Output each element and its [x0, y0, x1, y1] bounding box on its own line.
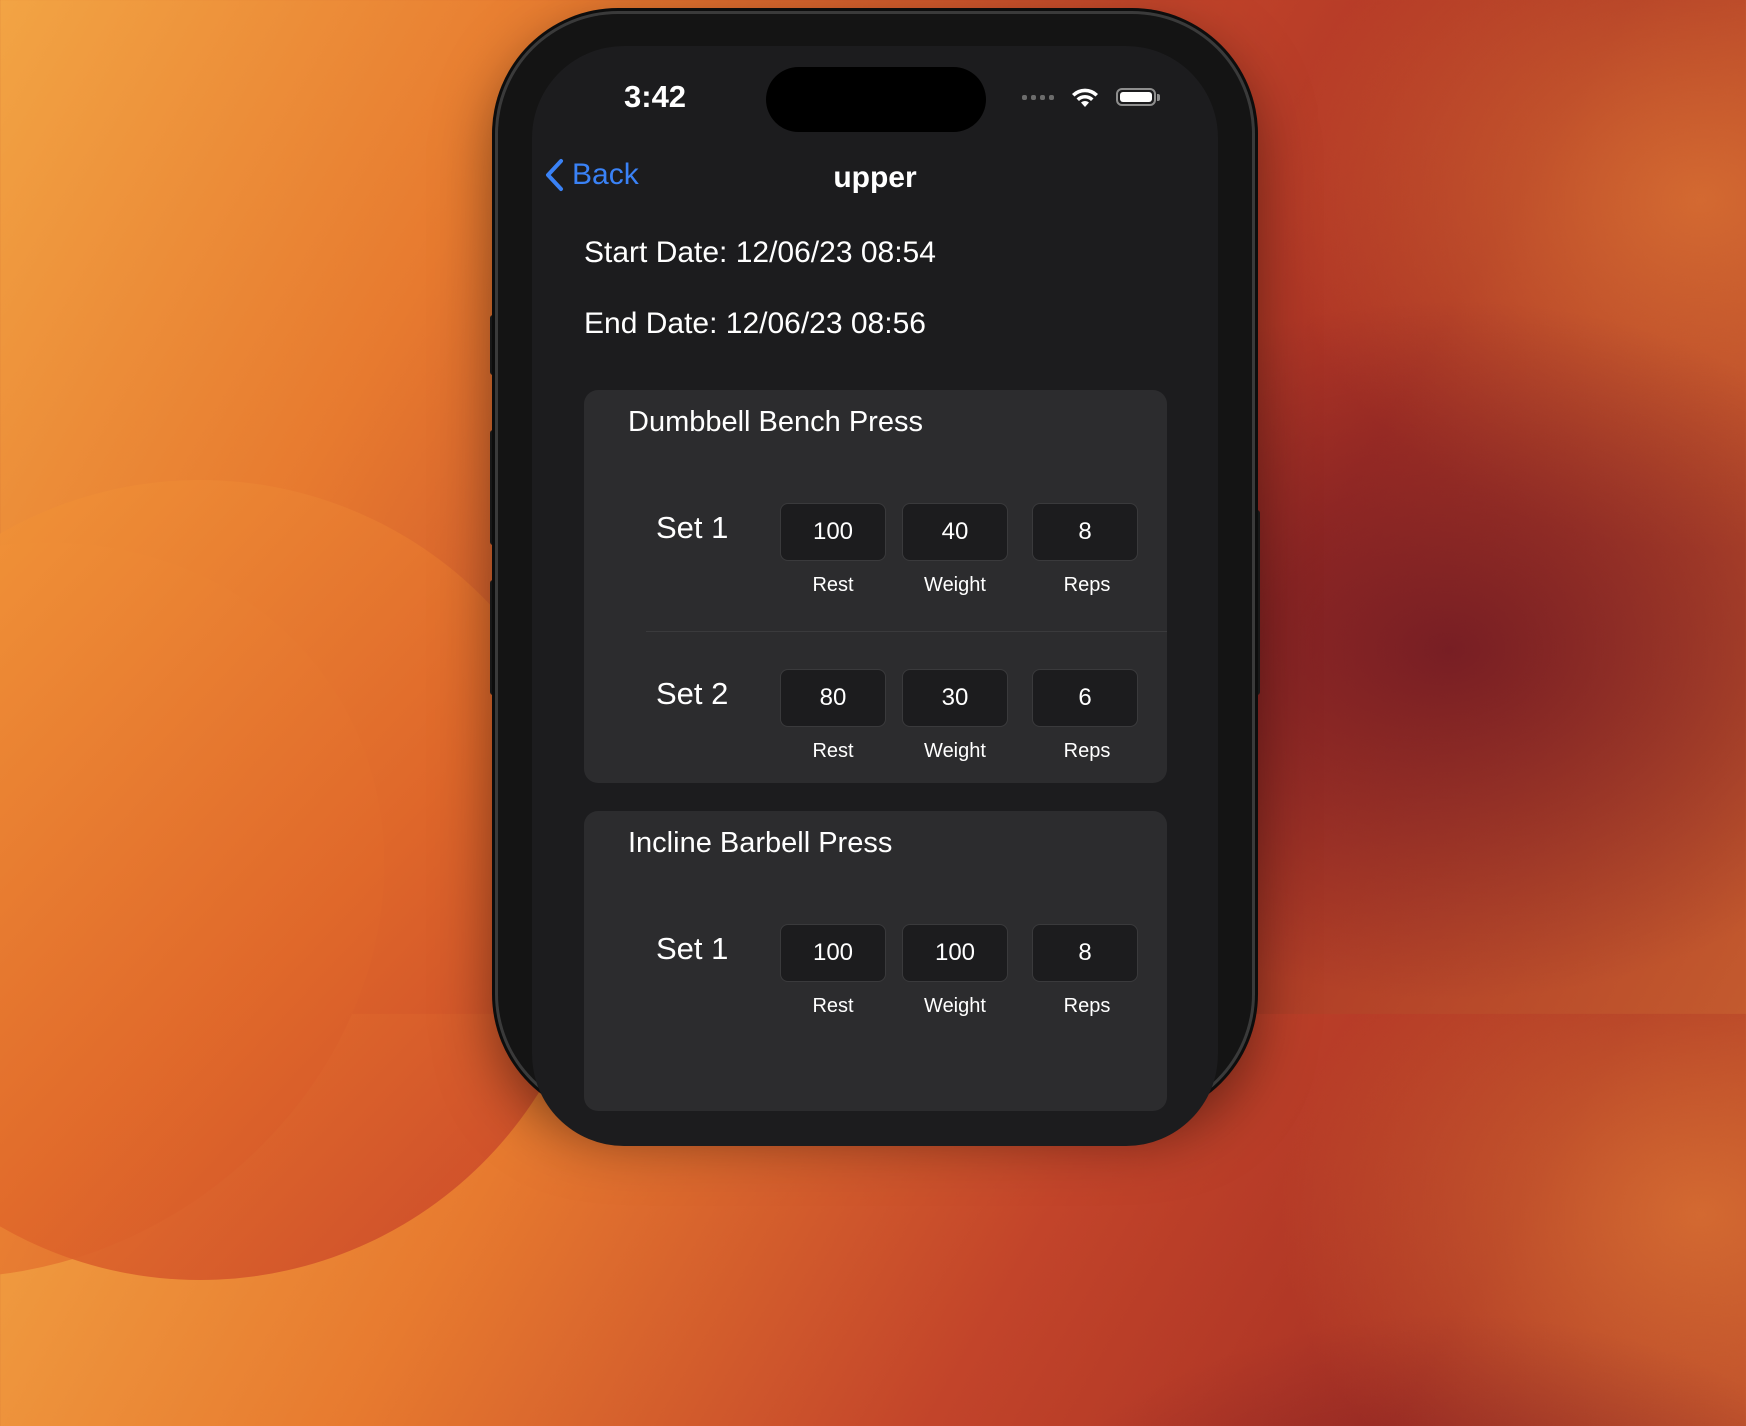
- page-title: upper: [833, 161, 917, 194]
- rest-label: Rest: [812, 740, 854, 762]
- reps-input[interactable]: 6: [1032, 669, 1138, 727]
- set-label: Set 2: [656, 676, 729, 711]
- reps-label: Reps: [1063, 995, 1111, 1017]
- battery-icon: [1116, 88, 1160, 106]
- rest-input[interactable]: 100: [780, 924, 886, 982]
- exercise-name: Incline Barbell Press: [628, 827, 893, 859]
- weight-label: Weight: [924, 995, 986, 1017]
- reps-label: Reps: [1063, 574, 1111, 596]
- weight-label: Weight: [924, 740, 986, 762]
- set-label: Set 1: [656, 931, 729, 966]
- reps-input[interactable]: 8: [1032, 503, 1138, 561]
- divider: [646, 631, 1167, 632]
- rest-label: Rest: [812, 574, 854, 596]
- exercise-name: Dumbbell Bench Press: [628, 406, 923, 438]
- weight-input[interactable]: 30: [902, 669, 1008, 727]
- rest-input[interactable]: 80: [780, 669, 886, 727]
- reps-input[interactable]: 8: [1032, 924, 1138, 982]
- status-icons: [1022, 86, 1160, 108]
- weight-label: Weight: [924, 574, 986, 596]
- exercise-card: Incline Barbell Press Set 1 100 100 8 Re…: [584, 811, 1167, 1111]
- rest-label: Rest: [812, 995, 854, 1017]
- end-date: End Date: 12/06/23 08:56: [584, 307, 926, 340]
- wifi-icon: [1072, 88, 1098, 107]
- rest-input[interactable]: 100: [780, 503, 886, 561]
- set-label: Set 1: [656, 510, 729, 545]
- weight-input[interactable]: 40: [902, 503, 1008, 561]
- phone-screen: 3:42 Back upper Start Date: 12/06/23 08:…: [532, 46, 1218, 1146]
- start-date: Start Date: 12/06/23 08:54: [584, 236, 936, 269]
- weight-input[interactable]: 100: [902, 924, 1008, 982]
- exercise-card: Dumbbell Bench Press Set 1 100 40 8 Rest…: [584, 390, 1167, 783]
- cellular-signal-icon: [1022, 94, 1054, 100]
- dynamic-island: [766, 67, 986, 132]
- status-time: 3:42: [624, 79, 687, 114]
- reps-label: Reps: [1063, 740, 1111, 762]
